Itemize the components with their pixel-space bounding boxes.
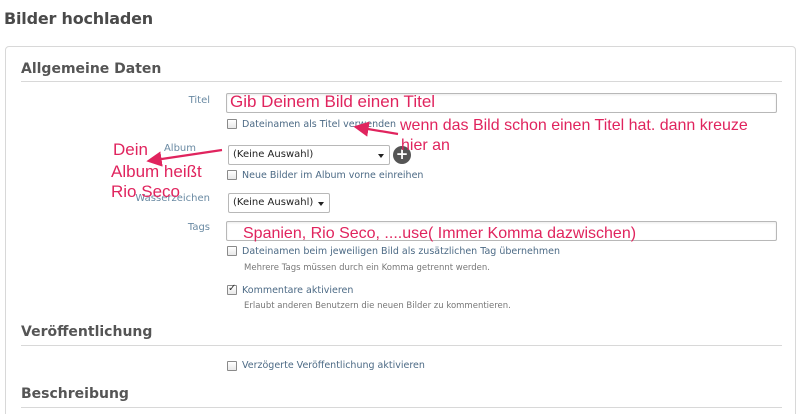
arrow-to-filename-checkbox bbox=[353, 121, 399, 137]
arrow-to-album-note bbox=[146, 148, 223, 167]
annotation-arrows bbox=[146, 121, 399, 167]
